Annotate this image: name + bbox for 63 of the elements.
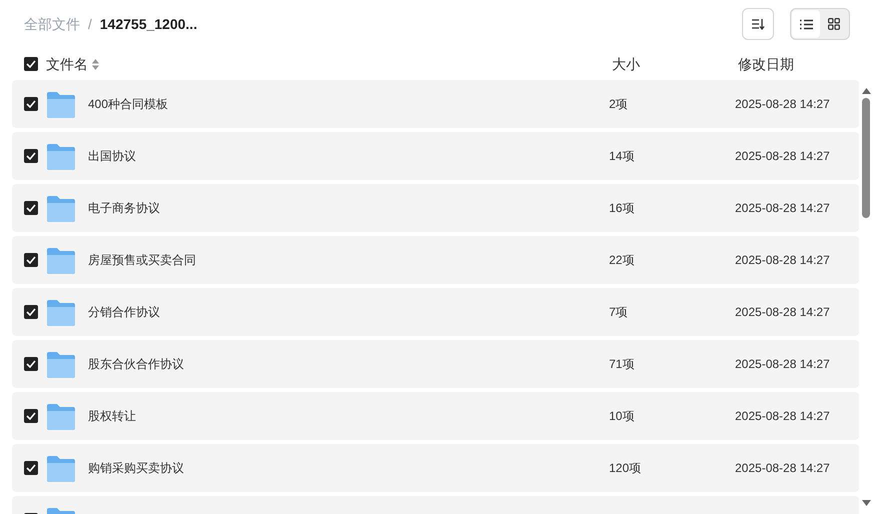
item-count: 71项 <box>609 356 636 373</box>
column-header: 大小 <box>612 55 641 74</box>
file-name[interactable]: 分销合作协议 <box>76 303 609 321</box>
item-count: 2项 <box>609 96 629 113</box>
modified-date: 2025-08-28 14:27 <box>735 460 830 477</box>
modified-date: 2025-08-28 14:27 <box>735 200 830 217</box>
column-header[interactable]: 文件名 <box>46 54 99 74</box>
list-icon <box>800 18 812 30</box>
file-row[interactable]: 400种合同模板 2项 2025-08-28 14:27 <box>12 80 859 128</box>
breadcrumb-current[interactable]: 142755_1200... <box>100 14 198 34</box>
modified-date: 2025-08-28 14:27 <box>735 252 830 269</box>
modified-date: 2025-08-28 14:27 <box>735 356 830 373</box>
checkbox[interactable] <box>24 357 38 371</box>
item-count: 10项 <box>609 408 636 425</box>
scroll-down-icon[interactable] <box>862 500 870 506</box>
file-name[interactable]: 购销采购买卖协议 <box>76 459 609 477</box>
folder-icon <box>46 194 76 222</box>
file-row[interactable]: 股权转让 10项 2025-08-28 14:27 <box>12 392 859 440</box>
folder-icon <box>46 402 76 430</box>
folder-icon <box>46 350 76 378</box>
checkbox[interactable] <box>24 461 38 475</box>
file-name[interactable]: 房屋预售或买卖合同 <box>76 251 609 269</box>
file-row[interactable]: 分销合作协议 7项 2025-08-28 14:27 <box>12 288 859 336</box>
file-name[interactable]: 出国协议 <box>76 147 609 165</box>
file-row[interactable]: 电子商务协议 16项 2025-08-28 14:27 <box>12 184 859 232</box>
folder-icon <box>46 246 76 274</box>
folder-icon <box>46 454 76 482</box>
modified-date: 2025-08-28 14:27 <box>735 304 830 321</box>
checkbox[interactable] <box>24 57 38 71</box>
folder-icon <box>46 298 76 326</box>
checkbox[interactable] <box>24 253 38 267</box>
checkbox[interactable] <box>24 201 38 215</box>
column-header: 修改日期 <box>738 55 794 74</box>
checkbox[interactable] <box>24 97 38 111</box>
file-name[interactable]: 股权转让 <box>76 407 609 425</box>
modified-date: 2025-08-28 14:27 <box>735 148 830 165</box>
modified-date: 2025-08-28 14:27 <box>735 96 830 113</box>
modified-date: 2025-08-28 14:27 <box>735 408 830 425</box>
sort-icon <box>751 18 765 30</box>
checkbox[interactable] <box>24 149 38 163</box>
item-count: 7项 <box>609 304 629 321</box>
file-name[interactable]: 400种合同模板 <box>76 95 609 113</box>
breadcrumb-separator: / <box>88 15 92 34</box>
scrollbar-thumb[interactable] <box>862 98 870 218</box>
file-name[interactable]: 电子商务协议 <box>76 199 609 217</box>
checkbox[interactable] <box>24 409 38 423</box>
file-row[interactable]: 房屋预售或买卖合同 22项 2025-08-28 14:27 <box>12 236 859 284</box>
file-row[interactable]: 购销采购买卖协议 120项 2025-08-28 14:27 <box>12 444 859 492</box>
list-view-button[interactable] <box>792 10 820 38</box>
file-row[interactable]: 出国协议 14项 2025-08-28 14:27 <box>12 132 859 180</box>
scroll-up-icon[interactable] <box>862 88 870 94</box>
checkbox[interactable] <box>24 305 38 319</box>
folder-icon <box>46 142 76 170</box>
file-name[interactable]: 股东合伙合作协议 <box>76 355 609 373</box>
item-count: 16项 <box>609 200 636 217</box>
file-row[interactable]: 股东合伙合作协议 71项 2025-08-28 14:27 <box>12 340 859 388</box>
item-count: 120项 <box>609 460 642 477</box>
sort-button[interactable] <box>742 8 774 40</box>
item-count: 14项 <box>609 148 636 165</box>
sort-arrows-icon <box>92 58 99 70</box>
folder-icon <box>46 90 76 118</box>
grid-icon <box>828 18 840 30</box>
item-count: 22项 <box>609 252 636 269</box>
